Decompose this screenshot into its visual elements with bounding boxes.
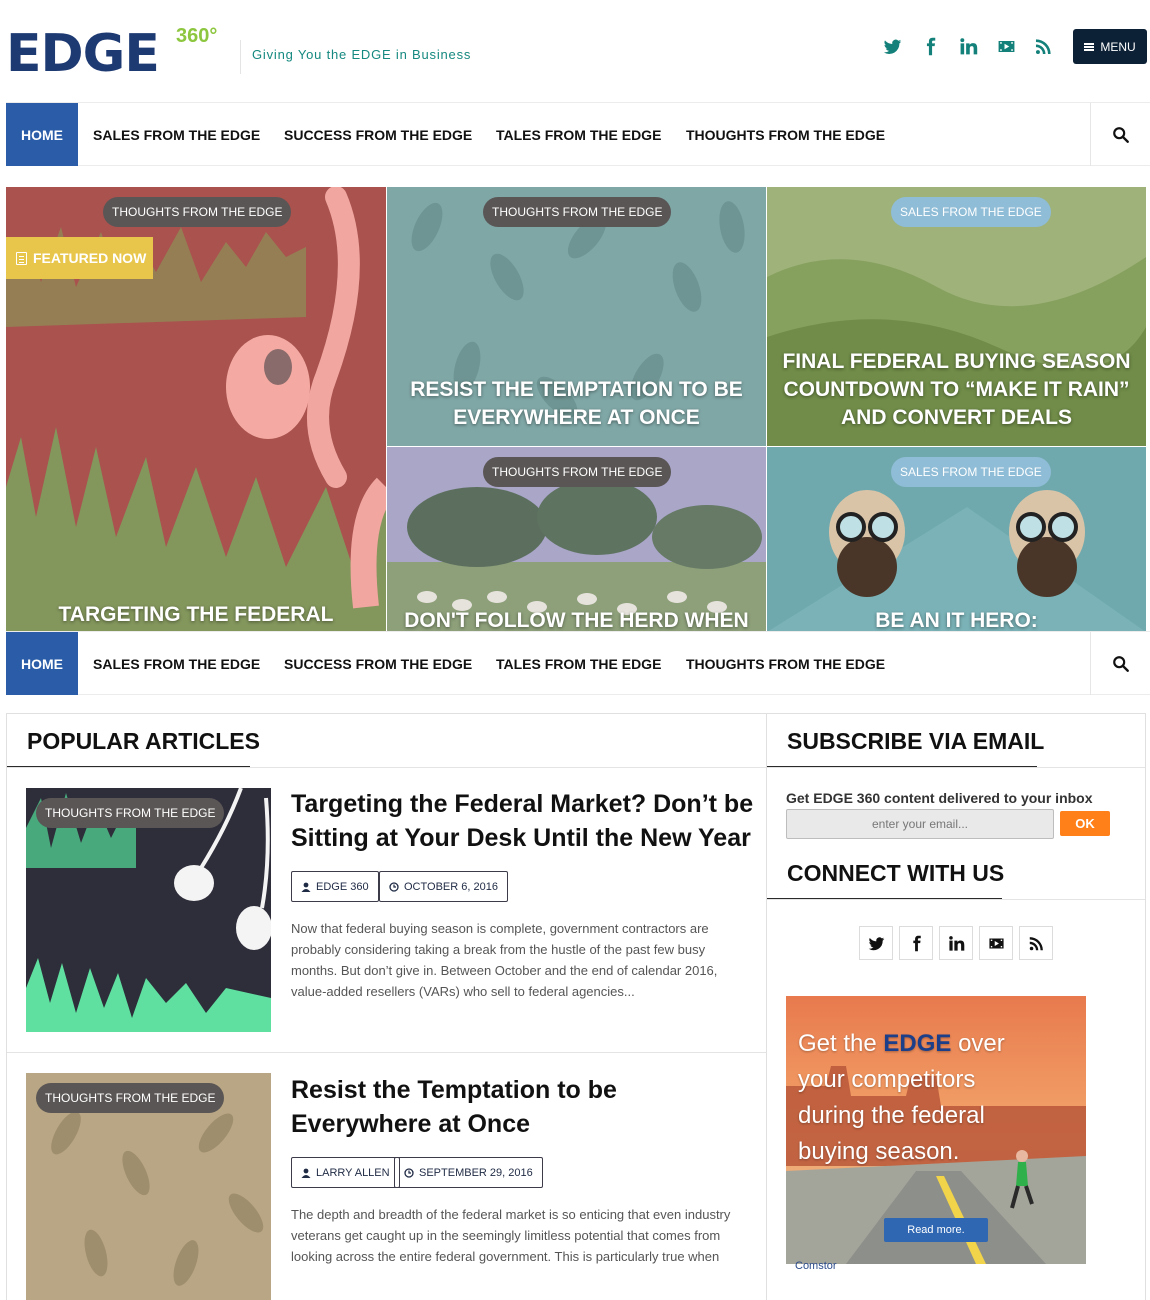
twitter-icon[interactable] <box>859 926 893 960</box>
main-nav: HOME SALES FROM THE EDGE SUCCESS FROM TH… <box>6 102 1150 166</box>
category-pill[interactable]: THOUGHTS FROM THE EDGE <box>103 197 292 227</box>
comstor-ad-banner[interactable]: Get the EDGE over your competitors durin… <box>786 996 1086 1264</box>
section-heading: POPULAR ARTICLES <box>27 728 260 754</box>
clock-icon <box>404 1167 414 1178</box>
divider <box>767 767 1145 768</box>
article-title[interactable]: Targeting the Federal Market? Don’t be S… <box>291 787 761 855</box>
user-icon <box>301 882 311 892</box>
hero-tile-title[interactable]: RESIST THE TEMPTATION TO BE EVERYWHERE A… <box>397 376 756 432</box>
nav-item-tales[interactable]: TALES FROM THE EDGE <box>496 103 661 166</box>
author-name: EDGE 360 <box>316 880 369 893</box>
email-input[interactable]: enter your email... <box>786 809 1054 839</box>
hero-tile[interactable]: SALES FROM THE EDGE FINAL FEDERAL BUYING… <box>767 187 1146 446</box>
hero-tile-featured[interactable]: THOUGHTS FROM THE EDGE FEATURED NOW TARG… <box>6 187 386 632</box>
ad-headline-emphasis: EDGE <box>883 1030 952 1057</box>
clock-icon <box>389 881 399 892</box>
hero-tile-title[interactable]: FINAL FEDERAL BUYING SEASON COUNTDOWN TO… <box>777 348 1136 432</box>
sticky-nav: HOME SALES FROM THE EDGE SUCCESS FROM TH… <box>6 631 1150 695</box>
article-title[interactable]: Resist the Temptation to be Everywhere a… <box>291 1073 761 1141</box>
hero-tile[interactable]: SALES FROM THE EDGE BE AN IT HERO: HYPER… <box>767 447 1146 632</box>
rss-icon[interactable] <box>1032 34 1054 58</box>
subscribe-label: Get EDGE 360 content delivered to your i… <box>786 790 1093 806</box>
logo-text: EDGE <box>6 24 160 84</box>
post-date: SEPTEMBER 29, 2016 <box>419 1166 533 1179</box>
category-pill[interactable]: SALES FROM THE EDGE <box>891 197 1051 227</box>
youtube-icon[interactable] <box>994 34 1018 58</box>
logo-360: 360° <box>176 25 218 47</box>
search-icon <box>1112 126 1129 143</box>
read-more-button[interactable]: Read more. <box>884 1218 988 1242</box>
hero-tile-title[interactable]: TARGETING THE FEDERAL <box>16 601 376 629</box>
search-button[interactable] <box>1090 632 1150 695</box>
linkedin-icon[interactable] <box>956 34 980 58</box>
category-pill[interactable]: THOUGHTS FROM THE EDGE <box>483 197 672 227</box>
logo-divider <box>240 40 241 74</box>
hero-tile-title[interactable]: DON'T FOLLOW THE HERD WHEN <box>397 607 756 632</box>
author-name: LARRY ALLEN <box>316 1166 390 1179</box>
user-icon <box>301 1168 311 1178</box>
author-meta[interactable]: LARRY ALLEN <box>291 1157 400 1188</box>
facebook-icon[interactable] <box>899 926 933 960</box>
nav-item-tales[interactable]: TALES FROM THE EDGE <box>496 632 661 695</box>
nav-item-home[interactable]: HOME <box>6 103 78 166</box>
divider <box>767 899 1145 900</box>
sidebar: SUBSCRIBE VIA EMAIL Get EDGE 360 content… <box>766 713 1146 1300</box>
post-date: OCTOBER 6, 2016 <box>404 880 498 893</box>
featured-now-label: FEATURED NOW <box>33 250 147 266</box>
divider <box>7 1052 766 1053</box>
facebook-icon[interactable] <box>919 34 941 58</box>
document-icon <box>16 251 27 265</box>
date-meta[interactable]: OCTOBER 6, 2016 <box>379 871 508 902</box>
ad-headline: Get the EDGE over your competitors durin… <box>798 1026 1048 1170</box>
menu-button-label: MENU <box>1100 39 1136 54</box>
article-excerpt: The depth and breadth of the federal mar… <box>291 1207 731 1264</box>
nav-item-home[interactable]: HOME <box>6 632 78 695</box>
category-pill[interactable]: SALES FROM THE EDGE <box>891 457 1051 487</box>
twitter-icon[interactable] <box>881 34 903 58</box>
hero-tile[interactable]: THOUGHTS FROM THE EDGE RESIST THE TEMPTA… <box>387 187 766 446</box>
popular-articles-section: POPULAR ARTICLES THOUGHTS FROM THE EDGE … <box>6 713 767 1300</box>
site-tagline: Giving You the EDGE in Business <box>252 47 472 62</box>
search-icon <box>1112 655 1129 672</box>
featured-now-badge: FEATURED NOW <box>6 237 153 279</box>
divider <box>7 767 766 768</box>
section-heading: SUBSCRIBE VIA EMAIL <box>787 728 1045 754</box>
category-pill[interactable]: THOUGHTS FROM THE EDGE <box>36 1083 225 1113</box>
article-thumbnail[interactable]: THOUGHTS FROM THE EDGE <box>26 788 271 1032</box>
site-header: EDGE 360° Giving You the EDGE in Busines… <box>0 0 1150 101</box>
hero-tile[interactable]: THOUGHTS FROM THE EDGE DON'T FOLLOW THE … <box>387 447 766 632</box>
date-meta[interactable]: SEPTEMBER 29, 2016 <box>394 1157 543 1188</box>
section-heading: CONNECT WITH US <box>787 860 1005 886</box>
nav-item-sales[interactable]: SALES FROM THE EDGE <box>93 103 260 166</box>
subscribe-ok-button[interactable]: OK <box>1060 811 1110 836</box>
article-excerpt: Now that federal buying season is comple… <box>291 921 718 999</box>
category-pill[interactable]: THOUGHTS FROM THE EDGE <box>36 798 225 828</box>
article-thumbnail[interactable]: THOUGHTS FROM THE EDGE <box>26 1073 271 1300</box>
comstor-logo: Comstor <box>795 1260 837 1272</box>
hero-tile-title[interactable]: BE AN IT HERO: HYPERCONVERGED <box>777 607 1136 632</box>
linkedin-icon[interactable] <box>939 926 973 960</box>
nav-item-success[interactable]: SUCCESS FROM THE EDGE <box>284 632 472 695</box>
rss-icon[interactable] <box>1019 926 1053 960</box>
author-meta[interactable]: EDGE 360 <box>291 871 379 902</box>
ad-headline-part: Get the <box>798 1030 884 1057</box>
youtube-icon[interactable] <box>979 926 1013 960</box>
nav-item-thoughts[interactable]: THOUGHTS FROM THE EDGE <box>686 632 885 695</box>
featured-grid: THOUGHTS FROM THE EDGE FEATURED NOW TARG… <box>6 187 1146 632</box>
hamburger-icon <box>1084 42 1095 51</box>
search-button[interactable] <box>1090 103 1150 166</box>
category-pill[interactable]: THOUGHTS FROM THE EDGE <box>483 457 672 487</box>
nav-item-sales[interactable]: SALES FROM THE EDGE <box>93 632 260 695</box>
nav-item-thoughts[interactable]: THOUGHTS FROM THE EDGE <box>686 103 885 166</box>
menu-button[interactable]: MENU <box>1073 29 1147 64</box>
nav-item-success[interactable]: SUCCESS FROM THE EDGE <box>284 103 472 166</box>
